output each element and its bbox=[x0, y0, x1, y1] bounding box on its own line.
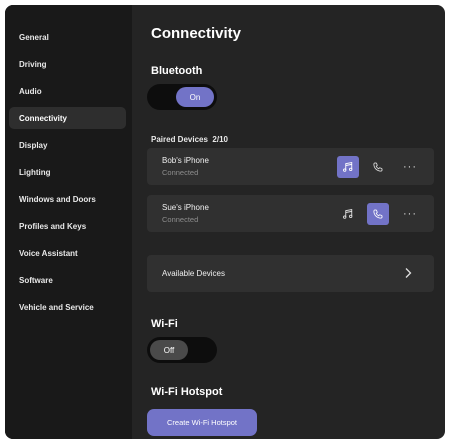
sidebar-item-software[interactable]: Software bbox=[9, 269, 126, 291]
music-note-icon bbox=[343, 208, 353, 219]
sidebar-item-voice-assistant[interactable]: Voice Assistant bbox=[9, 242, 126, 264]
paired-devices-count: 2/10 bbox=[212, 135, 228, 144]
sidebar-item-profiles-and-keys[interactable]: Profiles and Keys bbox=[9, 215, 126, 237]
sidebar-item-audio[interactable]: Audio bbox=[9, 80, 126, 102]
wifi-heading: Wi-Fi bbox=[151, 318, 178, 330]
bluetooth-heading: Bluetooth bbox=[151, 65, 203, 77]
sidebar-item-label: General bbox=[19, 32, 49, 42]
device-status: Connected bbox=[162, 215, 199, 224]
sidebar-item-label: Audio bbox=[19, 86, 42, 96]
available-devices-row[interactable]: Available Devices bbox=[147, 255, 434, 292]
paired-devices-title: Paired Devices bbox=[151, 135, 208, 144]
phone-icon bbox=[373, 209, 383, 219]
wifi-toggle[interactable]: Off bbox=[147, 337, 217, 363]
device-more-button[interactable]: ··· bbox=[399, 156, 421, 178]
bluetooth-toggle-knob: On bbox=[176, 87, 214, 107]
paired-devices-label: Paired Devices 2/10 bbox=[151, 135, 228, 144]
paired-device-row[interactable]: Sue's iPhone Connected ··· bbox=[147, 195, 434, 232]
paired-device-row[interactable]: Bob's iPhone Connected ··· bbox=[147, 148, 434, 185]
settings-window: General Driving Audio Connectivity Displ… bbox=[5, 5, 445, 439]
sidebar-item-windows-and-doors[interactable]: Windows and Doors bbox=[9, 188, 126, 210]
sidebar-item-label: Display bbox=[19, 140, 48, 150]
page-title: Connectivity bbox=[151, 25, 242, 42]
device-name: Sue's iPhone bbox=[162, 203, 209, 212]
sidebar-item-connectivity[interactable]: Connectivity bbox=[9, 107, 126, 129]
device-call-button[interactable] bbox=[367, 156, 389, 178]
sidebar-item-general[interactable]: General bbox=[9, 26, 126, 48]
device-call-button[interactable] bbox=[367, 203, 389, 225]
chevron-right-icon bbox=[405, 268, 412, 278]
sidebar-item-label: Connectivity bbox=[19, 113, 68, 123]
sidebar-item-display[interactable]: Display bbox=[9, 134, 126, 156]
phone-icon bbox=[373, 162, 383, 172]
sidebar-item-lighting[interactable]: Lighting bbox=[9, 161, 126, 183]
sidebar-item-vehicle-and-service[interactable]: Vehicle and Service bbox=[9, 296, 126, 318]
device-status: Connected bbox=[162, 168, 199, 177]
more-horizontal-icon: ··· bbox=[403, 160, 417, 173]
sidebar: General Driving Audio Connectivity Displ… bbox=[5, 5, 132, 439]
wifi-toggle-knob: Off bbox=[150, 340, 188, 360]
sidebar-item-label: Lighting bbox=[19, 167, 51, 177]
device-music-button[interactable] bbox=[337, 203, 359, 225]
sidebar-item-label: Software bbox=[19, 275, 53, 285]
bluetooth-toggle[interactable]: On bbox=[147, 84, 217, 110]
more-horizontal-icon: ··· bbox=[403, 207, 417, 220]
device-music-button[interactable] bbox=[337, 156, 359, 178]
sidebar-item-label: Voice Assistant bbox=[19, 248, 78, 258]
sidebar-item-label: Profiles and Keys bbox=[19, 221, 87, 231]
device-name: Bob's iPhone bbox=[162, 156, 209, 165]
create-wifi-hotspot-button[interactable]: Create Wi-Fi Hotspot bbox=[147, 409, 257, 436]
sidebar-item-label: Vehicle and Service bbox=[19, 302, 94, 312]
sidebar-item-label: Windows and Doors bbox=[19, 194, 96, 204]
wifi-hotspot-heading: Wi-Fi Hotspot bbox=[151, 386, 223, 398]
main-panel: Connectivity Bluetooth On Paired Devices… bbox=[132, 5, 445, 439]
sidebar-item-label: Driving bbox=[19, 59, 47, 69]
device-more-button[interactable]: ··· bbox=[399, 203, 421, 225]
available-devices-label: Available Devices bbox=[162, 269, 225, 278]
music-note-icon bbox=[343, 161, 353, 172]
sidebar-item-driving[interactable]: Driving bbox=[9, 53, 126, 75]
